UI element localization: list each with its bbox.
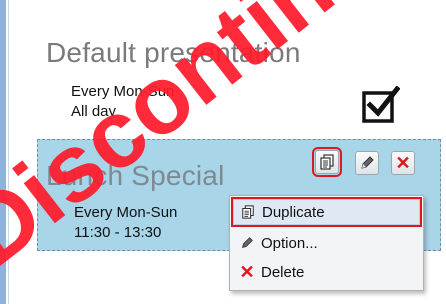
item-title: Default presentation <box>46 37 301 68</box>
duplicate-icon <box>234 205 262 219</box>
menu-item-option[interactable]: Option... <box>233 230 420 256</box>
left-accent-bar <box>0 0 6 304</box>
pencil-icon <box>361 156 374 169</box>
menu-item-label: Option... <box>261 234 318 252</box>
menu-item-label: Duplicate <box>262 203 325 221</box>
item-time: 11:30 - 13:30 <box>74 224 162 241</box>
close-icon: ✕ <box>239 262 255 282</box>
delete-button[interactable]: ✕ <box>391 151 415 175</box>
item-days: Every Mon-Sun <box>71 83 175 100</box>
left-divider <box>8 0 9 304</box>
duplicate-icon <box>320 154 334 170</box>
check-square-icon[interactable] <box>362 86 400 124</box>
edit-button[interactable] <box>355 151 379 175</box>
item-title: Lunch Special <box>46 160 225 191</box>
item-schedule: Every Mon-Sun All day <box>71 82 174 122</box>
context-menu: Duplicate Option... ✕ Delete <box>229 195 424 291</box>
pencil-icon <box>233 236 261 250</box>
close-icon: ✕ <box>395 153 411 173</box>
item-days: Every Mon-Sun <box>74 204 178 221</box>
duplicate-button[interactable] <box>312 147 342 177</box>
menu-item-duplicate[interactable]: Duplicate <box>231 197 422 227</box>
menu-item-label: Delete <box>261 263 305 281</box>
menu-item-delete[interactable]: ✕ Delete <box>233 259 420 285</box>
item-time: All day <box>71 103 117 120</box>
item-schedule: Every Mon-Sun 11:30 - 13:30 <box>74 203 177 243</box>
